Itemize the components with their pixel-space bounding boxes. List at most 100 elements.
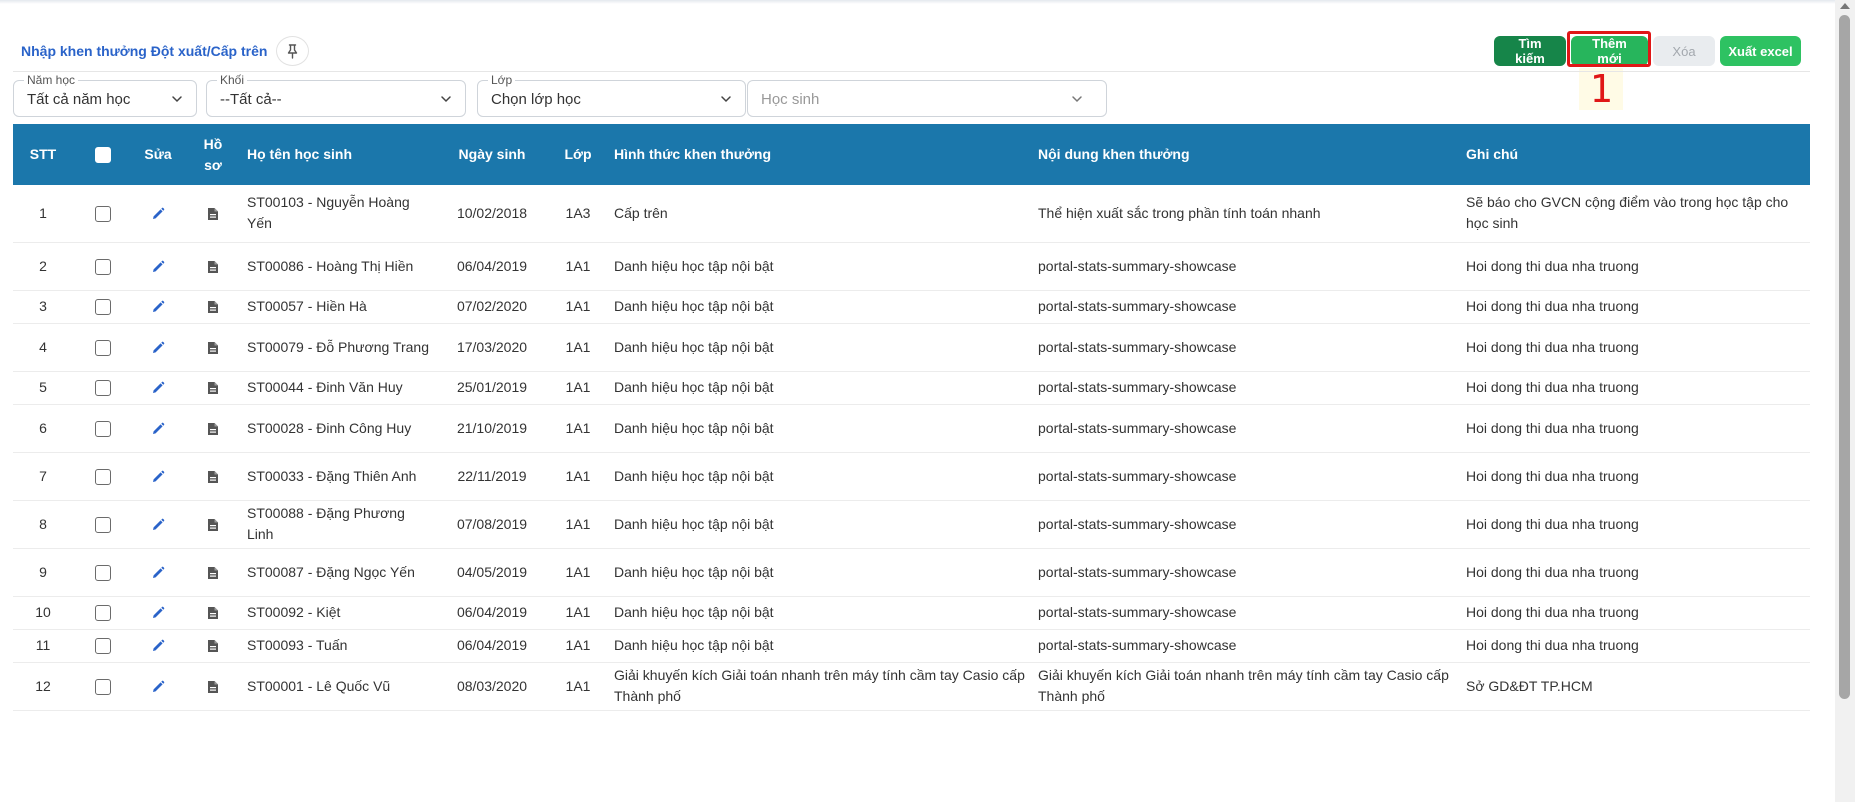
row-select-checkbox[interactable]: [95, 258, 111, 275]
row-stt: 12: [13, 662, 73, 711]
page-title: Nhập khen thưởng Đột xuất/Cấp trên: [21, 43, 268, 59]
add-new-button[interactable]: Thêm mới: [1571, 36, 1648, 66]
table-row[interactable]: 9 ST00087 - Đặng Ngọc Yến 04/05/2019 1A1 Dan…: [13, 548, 1810, 597]
row-student-name: ST00086 - Hoàng Thị Hiền: [243, 242, 438, 291]
row-select-checkbox[interactable]: [95, 678, 111, 695]
row-award-content: portal-stats-summary-showcase: [1034, 323, 1462, 372]
school-year-select[interactable]: Năm học Tất cả năm học: [13, 73, 197, 117]
row-edit-button[interactable]: [133, 185, 183, 243]
row-edit-button[interactable]: [133, 404, 183, 453]
row-profile-button[interactable]: [183, 662, 243, 711]
row-edit-button[interactable]: [133, 290, 183, 324]
row-select-checkbox[interactable]: [95, 420, 111, 437]
row-select-checkbox[interactable]: [95, 206, 111, 223]
row-class: 1A3: [546, 185, 610, 243]
row-select-checkbox[interactable]: [95, 516, 111, 533]
row-edit-button[interactable]: [133, 500, 183, 549]
col-header-dob: Ngày sinh: [458, 146, 526, 162]
table-row[interactable]: 3 ST00057 - Hiền Hà 07/02/2020 1A1 Danh hiệu…: [13, 290, 1810, 324]
table-row[interactable]: 8 ST00088 - Đặng Phương Linh 07/08/2019 1A1…: [13, 500, 1810, 549]
table-row[interactable]: 2 ST00086 - Hoàng Thị Hiền 06/04/2019 1A1 Da…: [13, 242, 1810, 291]
row-edit-button[interactable]: [133, 596, 183, 630]
student-select[interactable]: Học sinh: [747, 80, 1107, 117]
scroll-up-arrow-icon[interactable]: [1840, 3, 1850, 9]
table-row[interactable]: 1 ST00103 - Nguyễn Hoàng Yến 10/02/2018 1A3…: [13, 185, 1810, 243]
row-edit-button[interactable]: [133, 548, 183, 597]
export-excel-button[interactable]: Xuất excel: [1720, 36, 1801, 66]
pin-button[interactable]: [276, 36, 310, 66]
col-header-note: Ghi chú: [1466, 146, 1519, 162]
table-row[interactable]: 7 ST00033 - Đặng Thiên Anh 22/11/2019 1A1 Da…: [13, 452, 1810, 501]
row-profile-button[interactable]: [183, 629, 243, 663]
col-header-select: [73, 124, 133, 185]
row-edit-button[interactable]: [133, 371, 183, 405]
row-select-cell: [73, 371, 133, 405]
row-dob: 10/02/2018: [438, 185, 546, 243]
row-edit-button[interactable]: [133, 662, 183, 711]
row-select-cell: [73, 500, 133, 549]
row-profile-button[interactable]: [183, 452, 243, 501]
row-select-checkbox[interactable]: [95, 638, 111, 655]
document-icon: [208, 607, 218, 620]
page-scrollbar[interactable]: [1835, 0, 1855, 802]
row-stt: 2: [13, 242, 73, 291]
row-profile-button[interactable]: [183, 548, 243, 597]
row-select-checkbox[interactable]: [95, 564, 111, 581]
row-edit-button[interactable]: [133, 323, 183, 372]
row-edit-button[interactable]: [133, 629, 183, 663]
row-dob: 17/03/2020: [438, 323, 546, 372]
row-note: Hoi dong thi dua nha truong: [1462, 323, 1810, 372]
row-note: Hoi dong thi dua nha truong: [1462, 371, 1810, 405]
table-row[interactable]: 5 ST00044 - Đinh Văn Huy 25/01/2019 1A1 Danh…: [13, 371, 1810, 405]
row-profile-button[interactable]: [183, 290, 243, 324]
table-body: 1 ST00103 - Nguyễn Hoàng Yến 10/02/2018 1A3…: [13, 185, 1810, 711]
row-note: Hoi dong thi dua nha truong: [1462, 548, 1810, 597]
scrollbar-thumb[interactable]: [1839, 15, 1850, 699]
grade-select[interactable]: Khối --Tất cả--: [206, 73, 466, 117]
row-note: Hoi dong thi dua nha truong: [1462, 404, 1810, 453]
document-icon: [208, 422, 218, 435]
pin-icon: [288, 43, 298, 59]
row-class: 1A1: [546, 452, 610, 501]
class-select[interactable]: Lớp Chọn lớp học: [477, 73, 746, 117]
search-button[interactable]: Tìm kiếm: [1494, 36, 1566, 66]
row-award-type: Danh hiệu học tập nội bật: [610, 371, 1034, 405]
col-header-award-type: Hình thức khen thưởng: [614, 146, 771, 162]
row-dob: 07/08/2019: [438, 500, 546, 549]
row-profile-button[interactable]: [183, 185, 243, 243]
select-all-checkbox[interactable]: [95, 147, 111, 164]
row-class: 1A1: [546, 323, 610, 372]
table-row[interactable]: 10 ST00092 - Kiệt 06/04/2019 1A1 Danh hiệu h…: [13, 596, 1810, 630]
delete-button[interactable]: Xóa: [1653, 36, 1715, 66]
chevron-down-icon: [721, 96, 731, 103]
row-select-checkbox[interactable]: [95, 339, 111, 356]
pencil-icon: [153, 639, 165, 652]
row-profile-button[interactable]: [183, 500, 243, 549]
row-award-content: Thể hiện xuất sắc trong phần tính toán n…: [1034, 185, 1462, 243]
row-edit-button[interactable]: [133, 452, 183, 501]
row-stt: 1: [13, 185, 73, 243]
row-profile-button[interactable]: [183, 596, 243, 630]
row-profile-button[interactable]: [183, 371, 243, 405]
table-row[interactable]: 6 ST00028 - Đinh Công Huy 21/10/2019 1A1 Dan…: [13, 404, 1810, 453]
row-profile-button[interactable]: [183, 323, 243, 372]
row-class: 1A1: [546, 662, 610, 711]
document-icon: [208, 518, 218, 531]
row-dob: 07/02/2020: [438, 290, 546, 324]
table-row[interactable]: 12 ST00001 - Lê Quốc Vũ 08/03/2020 1A1 Giải …: [13, 662, 1810, 711]
row-select-checkbox[interactable]: [95, 299, 111, 316]
pencil-icon: [153, 470, 165, 482]
row-profile-button[interactable]: [183, 242, 243, 291]
row-profile-button[interactable]: [183, 404, 243, 453]
row-edit-button[interactable]: [133, 242, 183, 291]
row-select-checkbox[interactable]: [95, 468, 111, 485]
row-stt: 6: [13, 404, 73, 453]
table-row[interactable]: 4 ST00079 - Đỗ Phương Trang 17/03/2020 1A1 D…: [13, 323, 1810, 372]
row-class: 1A1: [546, 371, 610, 405]
row-select-checkbox[interactable]: [95, 380, 111, 397]
row-select-checkbox[interactable]: [95, 605, 111, 622]
row-stt: 5: [13, 371, 73, 405]
table-row[interactable]: 11 ST00093 - Tuấn 06/04/2019 1A1 Danh hiệu h…: [13, 629, 1810, 663]
row-student-name: ST00044 - Đinh Văn Huy: [243, 371, 438, 405]
row-student-name: ST00093 - Tuấn: [243, 629, 438, 663]
